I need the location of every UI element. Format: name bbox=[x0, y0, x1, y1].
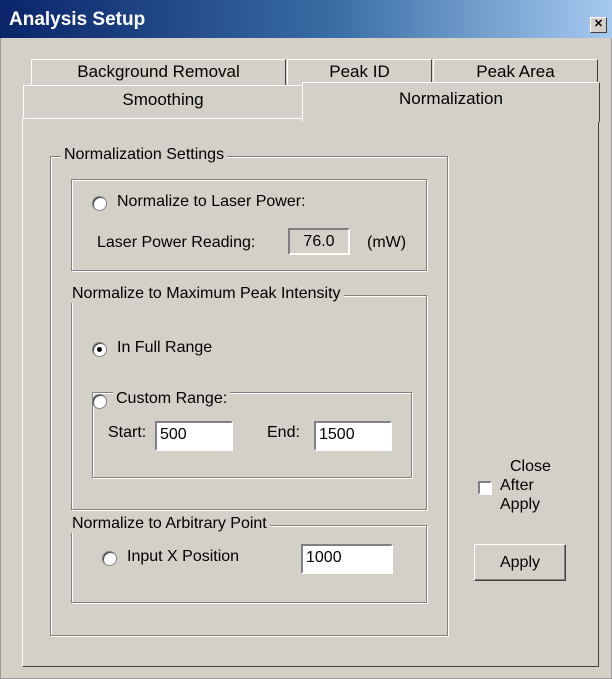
close-icon[interactable]: ✕ bbox=[590, 17, 607, 33]
laser-power-reading-label: Laser Power Reading: bbox=[97, 234, 256, 251]
normalization-tab-panel: Normalization Settings Normalize to Lase… bbox=[22, 118, 599, 667]
normalize-laser-power-label: Normalize to Laser Power: bbox=[117, 193, 306, 210]
input-x-position-radio[interactable] bbox=[102, 551, 117, 566]
laser-power-unit: (mW) bbox=[367, 234, 407, 251]
window-title: Analysis Setup bbox=[9, 9, 146, 30]
custom-range-label: Custom Range: bbox=[113, 390, 231, 408]
custom-range-radio[interactable] bbox=[92, 394, 107, 409]
title-bar[interactable]: Analysis Setup ✕ bbox=[0, 0, 612, 38]
arbitrary-point-legend: Normalize to Arbitrary Point bbox=[69, 515, 270, 533]
radio-selected-dot bbox=[97, 347, 102, 352]
close-after-apply-label-line3: Apply bbox=[500, 496, 541, 513]
max-peak-intensity-group: Normalize to Maximum Peak Intensity In F… bbox=[69, 285, 427, 510]
arbitrary-point-group: Normalize to Arbitrary Point Input X Pos… bbox=[69, 515, 427, 603]
start-label: Start: bbox=[108, 424, 147, 441]
normalization-settings-group: Normalization Settings Normalize to Lase… bbox=[50, 146, 448, 636]
tab-normalization[interactable]: Normalization bbox=[302, 82, 600, 122]
input-x-position-label: Input X Position bbox=[127, 548, 240, 565]
apply-button[interactable]: Apply bbox=[474, 544, 566, 581]
max-peak-intensity-legend: Normalize to Maximum Peak Intensity bbox=[69, 285, 344, 303]
start-field[interactable]: 500 bbox=[155, 421, 233, 451]
close-after-apply-label-line2: After bbox=[500, 477, 534, 494]
close-after-apply-label-line1: Close bbox=[510, 458, 551, 475]
tab-smoothing[interactable]: Smoothing bbox=[23, 85, 303, 119]
in-full-range-radio[interactable] bbox=[92, 342, 107, 357]
normalize-laser-power-radio[interactable] bbox=[92, 196, 107, 211]
x-position-field[interactable]: 1000 bbox=[301, 544, 393, 574]
laser-power-reading-field: 76.0 bbox=[288, 228, 350, 255]
close-after-apply-checkbox[interactable] bbox=[478, 481, 492, 495]
normalization-settings-legend: Normalization Settings bbox=[61, 146, 228, 164]
in-full-range-label: In Full Range bbox=[117, 339, 213, 356]
end-label: End: bbox=[267, 424, 300, 441]
end-field[interactable]: 1500 bbox=[314, 421, 392, 451]
laser-power-group: Normalize to Laser Power: Laser Power Re… bbox=[71, 179, 427, 271]
